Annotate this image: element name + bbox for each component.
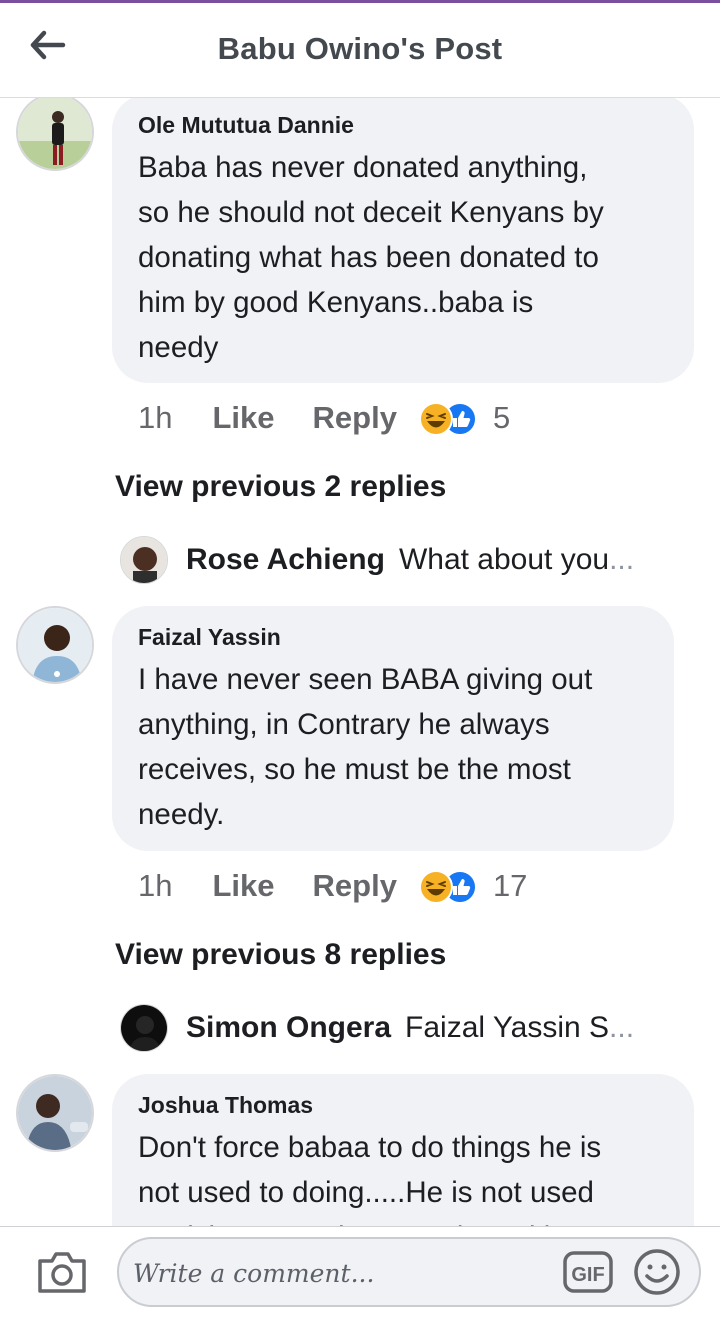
comment-box[interactable]: GIF xyxy=(117,1237,701,1307)
gif-label: GIF xyxy=(571,1264,604,1286)
haha-reaction-icon xyxy=(418,870,453,904)
reply-author[interactable]: Rose Achieng xyxy=(186,543,385,577)
like-button[interactable]: Like xyxy=(212,868,274,904)
reaction-count[interactable]: 5 xyxy=(493,400,510,436)
gif-icon: GIF xyxy=(563,1251,613,1293)
reply-text: Faizal Yassin S xyxy=(405,1011,610,1044)
comment-line: him by good Kenyans..baba is xyxy=(138,286,534,319)
reply-ellipsis: ... xyxy=(609,1011,635,1044)
camera-icon xyxy=(38,1252,86,1293)
comment-line: not used to doing.....He is not used xyxy=(138,1176,594,1209)
comment-time[interactable]: 1h xyxy=(138,400,172,436)
reply-button[interactable]: Reply xyxy=(313,400,397,436)
camera-button[interactable] xyxy=(36,1249,88,1295)
avatar[interactable] xyxy=(16,606,94,684)
comment-author[interactable]: Ole Mututua Dannie xyxy=(138,112,668,139)
reply-ellipsis: ... xyxy=(609,543,635,576)
reply-author[interactable]: Simon Ongera xyxy=(186,1011,391,1045)
comment-text: Don't force babaa to do things he is not… xyxy=(138,1125,668,1226)
comments-feed[interactable]: Ole Mututua Dannie Baba has never donate… xyxy=(0,98,720,1226)
comment-input[interactable] xyxy=(133,1253,553,1293)
comment-line: anything, in Contrary he always xyxy=(138,708,550,741)
latest-reply[interactable]: Rose Achieng What about you ... xyxy=(120,535,634,585)
comment-line: receives, so he must be the most xyxy=(138,753,571,786)
reply-button[interactable]: Reply xyxy=(313,868,397,904)
view-previous-replies[interactable]: View previous 2 replies xyxy=(115,470,446,504)
comment-time[interactable]: 1h xyxy=(138,868,172,904)
comment-actions: 1h Like Reply 5 xyxy=(138,396,510,440)
comment-text: Baba has never donated anything, so he s… xyxy=(138,145,668,370)
latest-reply[interactable]: Simon Ongera Faizal Yassin S ... xyxy=(120,1003,634,1053)
comment-bubble[interactable]: Faizal Yassin I have never seen BABA giv… xyxy=(112,606,674,851)
comment-text: I have never seen BABA giving out anythi… xyxy=(138,657,648,837)
reactions[interactable] xyxy=(418,868,481,904)
comment-actions: 1h Like Reply 17 xyxy=(138,864,527,908)
reply-text: What about you xyxy=(398,543,610,576)
comment-line: Don't force babaa to do things he is xyxy=(138,1131,602,1164)
comment-line: I have never seen BABA giving out xyxy=(138,663,593,696)
emoji-button[interactable] xyxy=(632,1247,682,1297)
comment-line: donating what has been donated to xyxy=(138,241,599,274)
gif-button[interactable]: GIF xyxy=(562,1249,614,1295)
avatar[interactable] xyxy=(120,1004,168,1052)
comment-line: to giving out ... he's used to taking xyxy=(138,1215,668,1226)
comment-author[interactable]: Joshua Thomas xyxy=(138,1092,668,1119)
comment-line: needy. xyxy=(138,798,225,831)
comment-line: needy xyxy=(138,331,219,364)
comment-composer: GIF xyxy=(0,1226,720,1317)
avatar[interactable] xyxy=(120,536,168,584)
reaction-count[interactable]: 17 xyxy=(493,868,527,904)
emoji-icon xyxy=(634,1249,680,1295)
comment-bubble[interactable]: Joshua Thomas Don't force babaa to do th… xyxy=(112,1074,694,1226)
haha-reaction-icon xyxy=(418,402,453,436)
page-title: Babu Owino's Post xyxy=(217,31,503,66)
view-previous-replies[interactable]: View previous 8 replies xyxy=(115,938,446,972)
comment-bubble[interactable]: Ole Mututua Dannie Baba has never donate… xyxy=(112,98,694,383)
comment-line: Baba has never donated anything, xyxy=(138,151,588,184)
like-button[interactable]: Like xyxy=(212,400,274,436)
avatar[interactable] xyxy=(16,1074,94,1152)
reactions[interactable] xyxy=(418,400,481,436)
avatar[interactable] xyxy=(16,98,94,171)
comment-line: so he should not deceit Kenyans by xyxy=(138,196,604,229)
comment-author[interactable]: Faizal Yassin xyxy=(138,624,648,651)
app-header: Babu Owino's Post xyxy=(0,3,720,98)
